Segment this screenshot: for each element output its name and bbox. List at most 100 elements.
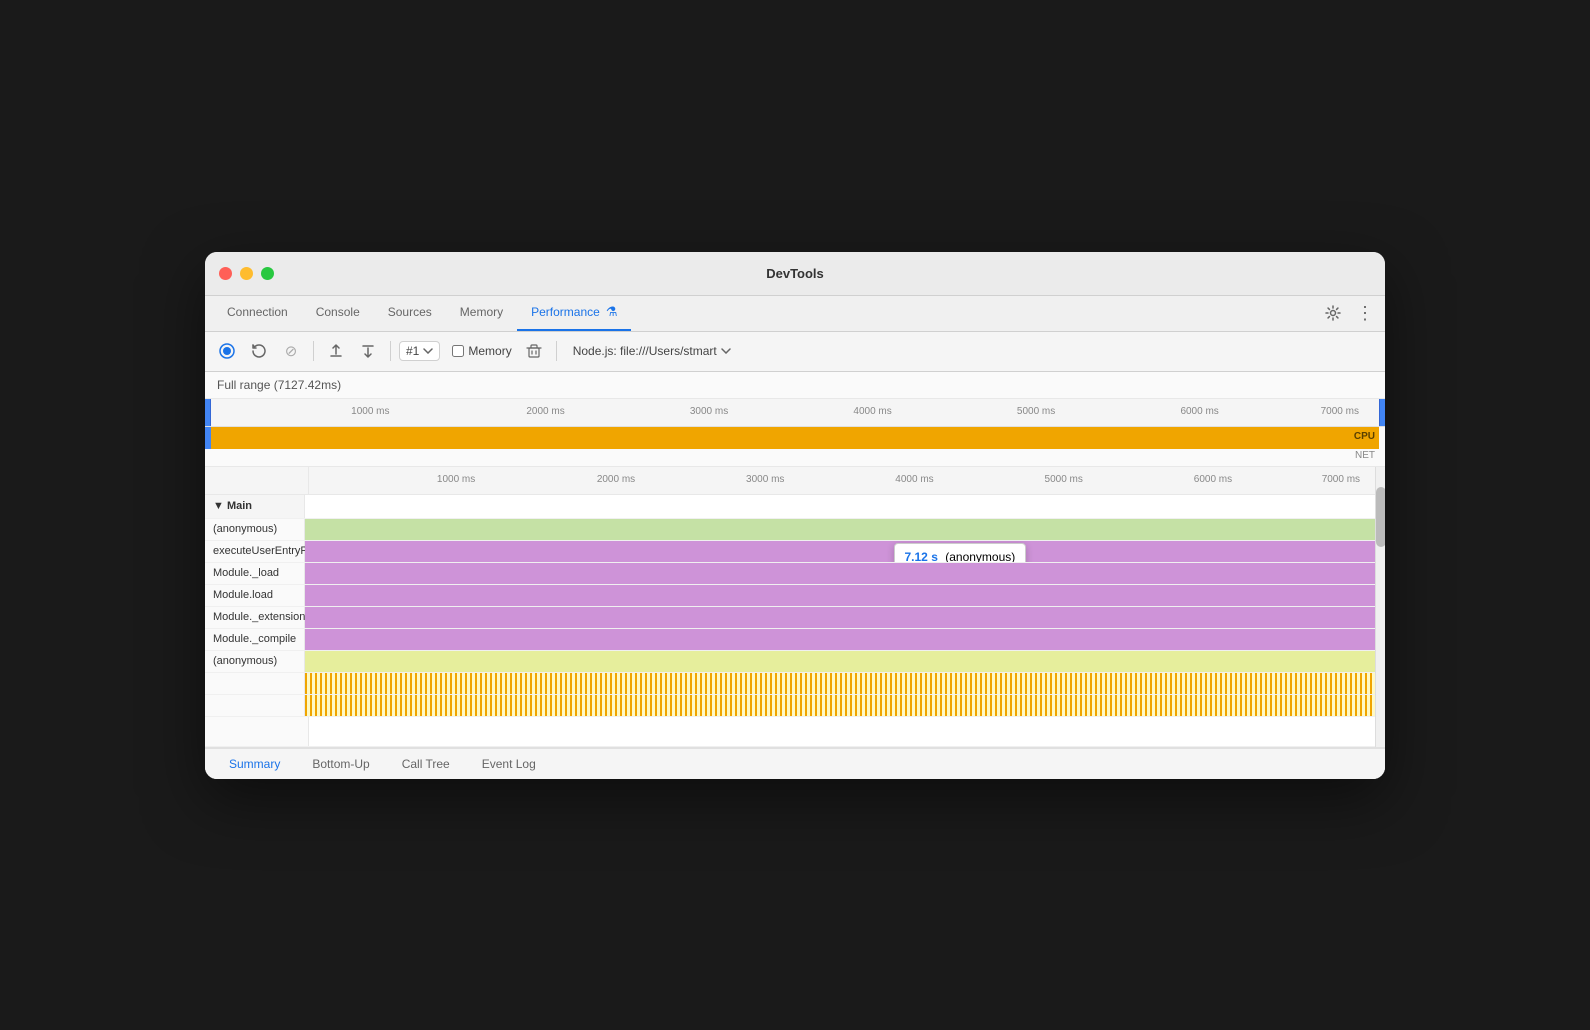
track-bar-module-compile [305,629,1375,650]
tab-call-tree[interactable]: Call Tree [386,749,466,779]
empty-row [205,717,1375,747]
tab-performance[interactable]: Performance ⚗ [517,295,631,331]
tab-bar: Connection Console Sources Memory Perfor… [205,296,1385,332]
more-button[interactable]: ⋮ [1353,301,1377,325]
separator-1 [313,341,314,361]
tab-bar-actions: ⋮ [1321,301,1377,325]
tick-5000: 5000 ms [1017,406,1055,417]
recording-selector[interactable]: #1 [399,341,440,361]
track-module-load[interactable]: Module._load [205,563,1375,585]
tab-event-log[interactable]: Event Log [466,749,552,779]
separator-3 [556,341,557,361]
track-bar-module-ext [305,607,1375,628]
tab-connection[interactable]: Connection [213,295,302,331]
track-anonymous2[interactable]: (anonymous) [205,651,1375,673]
track-main-header[interactable]: ▼ Main [205,495,1375,519]
main-content: Full range (7127.42ms) 1000 ms 2000 ms 3… [205,372,1385,779]
track-label-dense1 [205,673,305,694]
empty-label [205,717,309,746]
tab-items: Connection Console Sources Memory Perfor… [213,295,1321,331]
tab-sources[interactable]: Sources [374,295,446,331]
track-bar-dense2 [305,695,1375,716]
track-label-dense2 [205,695,305,716]
track-bar-anon2 [305,651,1375,672]
net-label: NET [1355,450,1375,461]
ruler-right-handle[interactable] [1379,399,1385,426]
track-label-module-ext: Module._extensions..js [205,607,305,628]
ruler-area: 1000 ms 2000 ms 3000 ms 4000 ms 5000 ms … [211,399,1379,426]
recording-id: #1 [406,344,419,358]
record-button[interactable] [213,337,241,365]
net-right-pad [1379,449,1385,466]
cpu-row: CPU [205,427,1385,449]
track-bar-module-load [305,563,1375,584]
tick-3000: 3000 ms [690,406,728,417]
track-label-module-compile: Module._compile [205,629,305,650]
ruler-row-1: 1000 ms 2000 ms 3000 ms 4000 ms 5000 ms … [205,399,1385,427]
net-bar: NET [211,449,1379,466]
node-selector[interactable]: Node.js: file:///Users/stmart [573,344,731,358]
minimize-button[interactable] [240,267,253,280]
titlebar: DevTools [205,252,1385,296]
track-execute[interactable]: executeUserEntryPoint 7.12 s (anonymous) [205,541,1375,563]
timeline-overview: 1000 ms 2000 ms 3000 ms 4000 ms 5000 ms … [205,399,1385,467]
empty-bar [309,717,1375,746]
settings-button[interactable] [1321,301,1345,325]
close-button[interactable] [219,267,232,280]
tab-bottom-up[interactable]: Bottom-Up [296,749,385,779]
memory-checkbox-group: Memory [452,344,511,358]
tick-4000: 4000 ms [853,406,891,417]
tab-console[interactable]: Console [302,295,374,331]
tick-6000: 6000 ms [1180,406,1218,417]
flask-icon: ⚗ [606,304,618,320]
traffic-lights [219,267,274,280]
track-label-module-load2: Module.load [205,585,305,606]
track-label-anon1: (anonymous) [205,519,305,540]
memory-label: Memory [468,344,511,358]
track-label-module-load: Module._load [205,563,305,584]
cpu-bar: CPU [211,427,1379,449]
garbage-collect-button[interactable] [520,337,548,365]
reload-button[interactable] [245,337,273,365]
ruler-row-2: 1000 ms 2000 ms 3000 ms 4000 ms 5000 ms … [205,467,1375,495]
tick-7000: 7000 ms [1321,406,1359,417]
ruler-2-area: 1000 ms 2000 ms 3000 ms 4000 ms 5000 ms … [309,467,1375,494]
track-bar-dense1 [305,673,1375,694]
tooltip: 7.12 s (anonymous) [894,543,1027,562]
toolbar: ⊘ #1 Memory Node.js: file:///Users/stmar… [205,332,1385,372]
call-bar-module-ext-fill [305,607,1375,628]
right-scrollbar[interactable] [1375,467,1385,747]
devtools-window: DevTools Connection Console Sources Memo… [205,252,1385,779]
tick-1000: 1000 ms [351,406,389,417]
clear-button[interactable]: ⊘ [277,337,305,365]
track-anonymous1[interactable]: (anonymous) [205,519,1375,541]
detail-timeline: 1000 ms 2000 ms 3000 ms 4000 ms 5000 ms … [205,467,1385,747]
dense-bar-2 [305,695,1375,716]
track-bar-anon1 [305,519,1375,540]
track-module-compile[interactable]: Module._compile [205,629,1375,651]
track-module-ext[interactable]: Module._extensions..js [205,607,1375,629]
cpu-right-pad [1379,427,1385,449]
memory-checkbox[interactable] [452,345,464,357]
download-button[interactable] [354,337,382,365]
track-module-load2[interactable]: Module.load [205,585,1375,607]
net-row: NET [205,449,1385,467]
bottom-tabs: Summary Bottom-Up Call Tree Event Log [205,747,1385,779]
tab-summary[interactable]: Summary [213,749,296,779]
call-bar-module-load2-fill [305,585,1375,606]
maximize-button[interactable] [261,267,274,280]
tick-2000: 2000 ms [526,406,564,417]
track-label-execute: executeUserEntryPoint [205,541,305,562]
node-label: Node.js: file:///Users/stmart [573,344,717,358]
call-bar-module-compile-fill [305,629,1375,650]
upload-button[interactable] [322,337,350,365]
separator-2 [390,341,391,361]
tab-memory[interactable]: Memory [446,295,517,331]
cpu-label: CPU [1354,431,1375,442]
call-bar-anon1 [305,519,1375,540]
range-header: Full range (7127.42ms) [205,372,1385,399]
track-bar-module-load2 [305,585,1375,606]
ruler-2-label-space [205,467,309,494]
scrollbar-thumb[interactable] [1376,487,1385,547]
track-bar-execute: 7.12 s (anonymous) [305,541,1375,562]
